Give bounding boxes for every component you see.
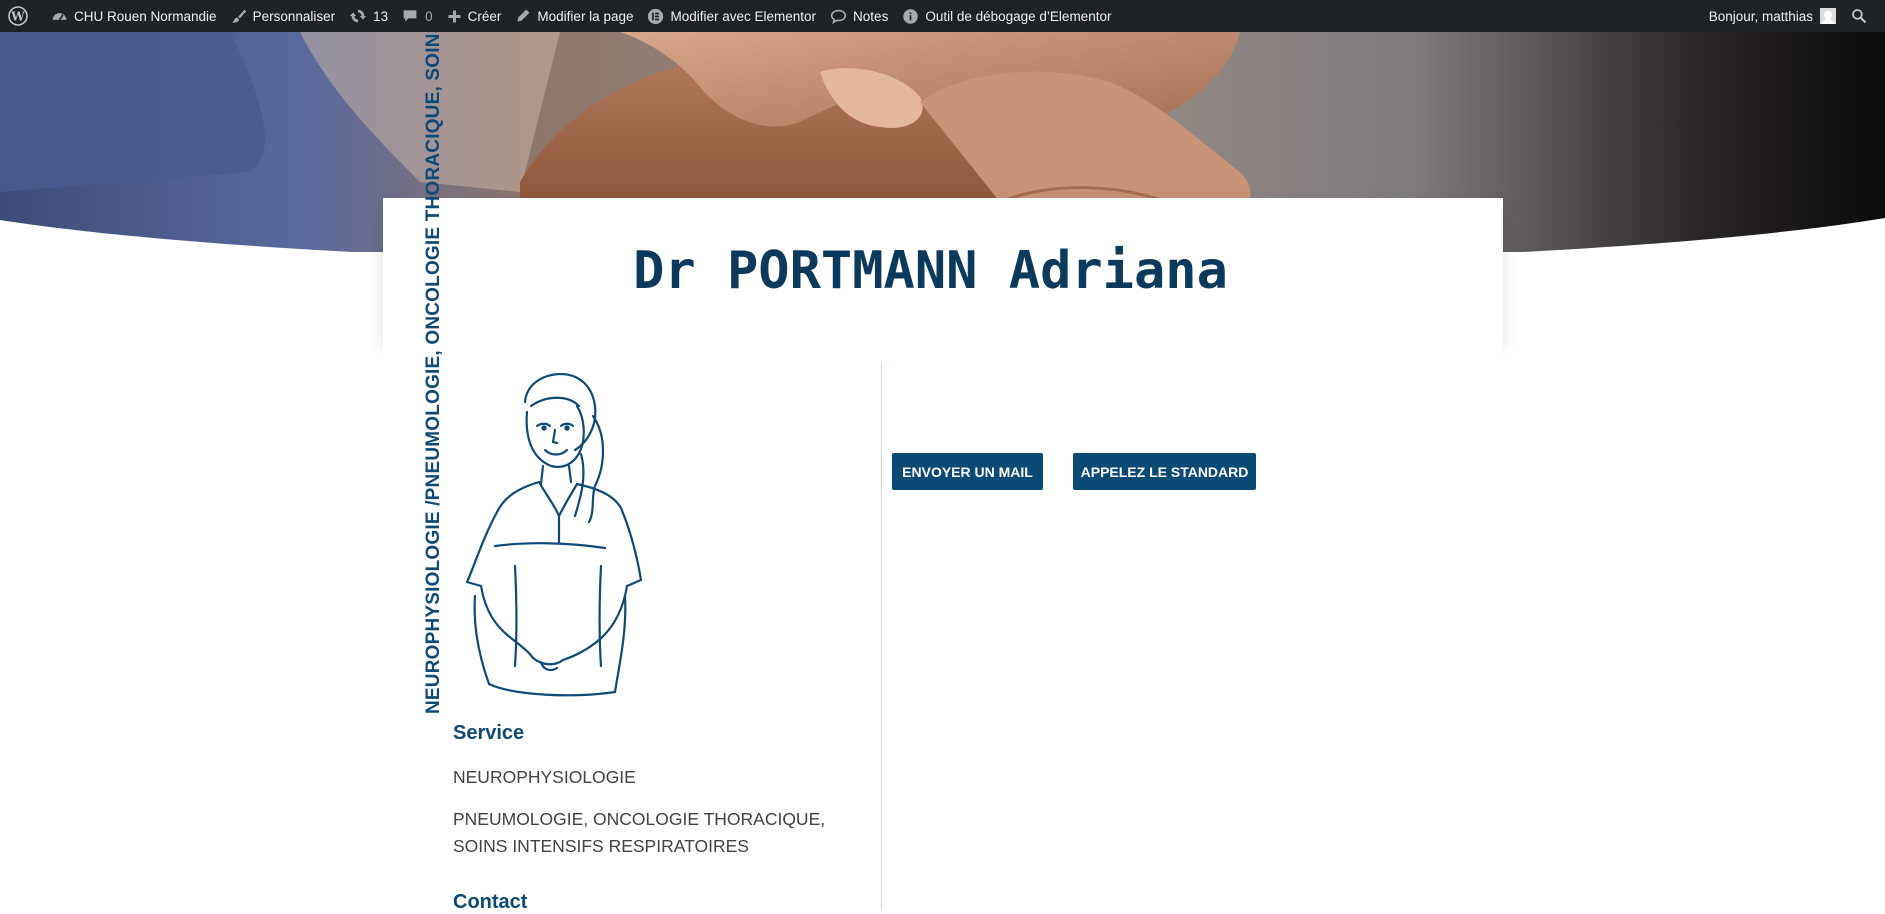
new-content-menu[interactable]: Créer [440, 0, 509, 32]
comments-link[interactable]: 0 [395, 0, 440, 32]
updates-count: 13 [373, 8, 389, 24]
site-name-link[interactable]: CHU Rouen Normandie [44, 0, 224, 32]
elementor-icon [648, 8, 664, 24]
title-card: Dr PORTMANN Adriana [383, 198, 1503, 343]
site-name: CHU Rouen Normandie [74, 8, 217, 24]
greeting: Bonjour, matthias [1708, 8, 1813, 24]
admin-bar: W CHU Rouen Normandie Personnaliser 13 0 [0, 0, 1885, 32]
doctor-illustration [455, 366, 670, 702]
updates-link[interactable]: 13 [342, 0, 395, 32]
vertical-services-label: NEUROPHYSIOLOGIE /PNEUMOLOGIE, ONCOLOGIE… [423, 24, 444, 714]
my-account-menu[interactable]: Bonjour, matthias [1702, 0, 1843, 32]
column-divider [881, 362, 882, 911]
customize-link[interactable]: Personnaliser [224, 0, 343, 32]
updates-icon [350, 9, 367, 23]
search-button[interactable] [1843, 0, 1885, 32]
customize-label: Personnaliser [252, 8, 336, 24]
comments-count: 0 [425, 8, 433, 24]
elementor-debug-link[interactable]: Outil de débogage d’Elementor [895, 0, 1118, 32]
edit-page-label: Modifier la page [537, 8, 634, 24]
page-title: Dr PORTMANN Adriana [633, 240, 1228, 301]
pencil-icon [517, 9, 530, 22]
dashboard-icon [52, 12, 67, 20]
service-item: PNEUMOLOGIE, ONCOLOGIE THORACIQUE, SOINS… [453, 809, 826, 856]
title-card-bottom [383, 343, 1503, 363]
call-standard-button[interactable]: APPELEZ LE STANDARD [1073, 453, 1256, 490]
wordpress-menu[interactable]: W [0, 0, 44, 32]
svg-text:W: W [10, 10, 25, 24]
service-heading: Service [453, 722, 525, 744]
edit-elementor-label: Modifier avec Elementor [670, 8, 817, 24]
edit-page-link[interactable]: Modifier la page [508, 0, 640, 32]
search-icon [1852, 9, 1867, 24]
notes-label: Notes [853, 8, 889, 24]
plus-icon [448, 10, 461, 22]
service-item: NEUROPHYSIOLOGIE [453, 767, 636, 787]
notes-icon [830, 9, 847, 24]
wordpress-icon: W [8, 6, 28, 26]
brush-icon [231, 9, 246, 23]
info-icon [903, 8, 919, 24]
comment-icon [403, 10, 417, 22]
edit-elementor-link[interactable]: Modifier avec Elementor [640, 0, 823, 32]
avatar [1820, 8, 1836, 24]
send-mail-button[interactable]: ENVOYER UN MAIL [892, 453, 1043, 490]
debug-label: Outil de débogage d’Elementor [925, 8, 1112, 24]
create-label: Créer [467, 8, 502, 24]
notes-link[interactable]: Notes [823, 0, 895, 32]
